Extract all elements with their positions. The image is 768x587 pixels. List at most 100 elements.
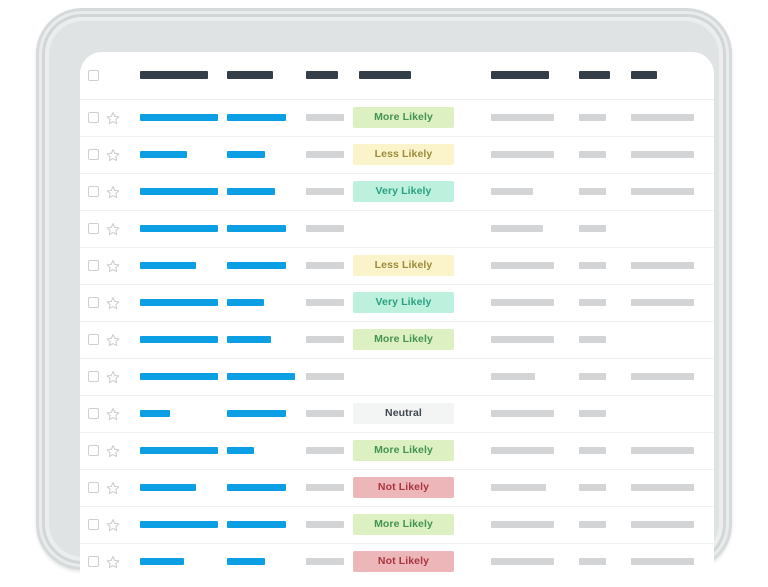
column-header-likelihood[interactable] <box>353 52 481 99</box>
star-icon[interactable] <box>106 333 120 347</box>
likelihood-cell[interactable]: More Likely <box>353 99 481 136</box>
row-select-cell[interactable] <box>80 321 102 358</box>
row-select-cell[interactable] <box>80 99 102 136</box>
column-header-2[interactable] <box>221 52 300 99</box>
row-favorite-cell[interactable] <box>102 247 128 284</box>
select-all-cell[interactable] <box>80 52 102 99</box>
row-favorite-cell[interactable] <box>102 506 128 543</box>
column-header-1[interactable] <box>128 52 221 99</box>
star-icon[interactable] <box>106 555 120 569</box>
row-select-cell[interactable] <box>80 247 102 284</box>
table-row[interactable]: Very Likely <box>80 173 714 210</box>
table-row[interactable]: Less Likely <box>80 136 714 173</box>
star-icon[interactable] <box>106 185 120 199</box>
status-badge[interactable]: More Likely <box>353 440 454 461</box>
likelihood-cell[interactable]: Less Likely <box>353 136 481 173</box>
row-select-cell[interactable] <box>80 358 102 395</box>
row-select-cell[interactable] <box>80 210 102 247</box>
row-checkbox[interactable] <box>88 260 99 271</box>
likelihood-cell[interactable]: Not Likely <box>353 543 481 575</box>
row-checkbox[interactable] <box>88 519 99 530</box>
table-row[interactable]: Not Likely <box>80 543 714 575</box>
likelihood-cell[interactable]: More Likely <box>353 321 481 358</box>
table-row[interactable]: More Likely <box>80 99 714 136</box>
table-row[interactable]: Neutral <box>80 395 714 432</box>
status-badge[interactable]: More Likely <box>353 107 454 128</box>
likelihood-cell[interactable]: More Likely <box>353 432 481 469</box>
status-badge[interactable]: Neutral <box>353 403 454 424</box>
star-icon[interactable] <box>106 111 120 125</box>
row-select-cell[interactable] <box>80 432 102 469</box>
likelihood-cell[interactable]: Very Likely <box>353 173 481 210</box>
row-checkbox[interactable] <box>88 149 99 160</box>
row-favorite-cell[interactable] <box>102 173 128 210</box>
table-row[interactable] <box>80 210 714 247</box>
star-icon[interactable] <box>106 518 120 532</box>
status-badge[interactable]: Very Likely <box>353 292 454 313</box>
table-row[interactable]: More Likely <box>80 321 714 358</box>
column-header-7[interactable] <box>625 52 714 99</box>
row-favorite-cell[interactable] <box>102 284 128 321</box>
status-badge[interactable]: Less Likely <box>353 144 454 165</box>
row-favorite-cell[interactable] <box>102 99 128 136</box>
row-select-cell[interactable] <box>80 284 102 321</box>
likelihood-cell[interactable]: Less Likely <box>353 247 481 284</box>
row-checkbox[interactable] <box>88 556 99 567</box>
table-row[interactable] <box>80 358 714 395</box>
row-checkbox[interactable] <box>88 482 99 493</box>
column-header-6[interactable] <box>573 52 625 99</box>
star-icon[interactable] <box>106 222 120 236</box>
row-checkbox[interactable] <box>88 334 99 345</box>
cell-placeholder-6-cell <box>573 506 625 543</box>
row-favorite-cell[interactable] <box>102 358 128 395</box>
table-row[interactable]: Not Likely <box>80 469 714 506</box>
table-row[interactable]: Less Likely <box>80 247 714 284</box>
star-icon[interactable] <box>106 407 120 421</box>
star-icon[interactable] <box>106 259 120 273</box>
row-select-cell[interactable] <box>80 543 102 575</box>
table-row[interactable]: Very Likely <box>80 284 714 321</box>
star-icon[interactable] <box>106 481 120 495</box>
row-checkbox[interactable] <box>88 297 99 308</box>
star-icon[interactable] <box>106 444 120 458</box>
row-checkbox[interactable] <box>88 112 99 123</box>
status-badge[interactable]: Not Likely <box>353 477 454 498</box>
table-row[interactable]: More Likely <box>80 506 714 543</box>
row-checkbox[interactable] <box>88 445 99 456</box>
likelihood-cell[interactable] <box>353 358 481 395</box>
row-favorite-cell[interactable] <box>102 432 128 469</box>
row-select-cell[interactable] <box>80 395 102 432</box>
status-badge[interactable]: Less Likely <box>353 255 454 276</box>
row-favorite-cell[interactable] <box>102 395 128 432</box>
table-row[interactable]: More Likely <box>80 432 714 469</box>
cell-placeholder-5-wrap <box>481 151 573 158</box>
status-badge[interactable]: Not Likely <box>353 551 454 572</box>
row-select-cell[interactable] <box>80 469 102 506</box>
column-header-5[interactable] <box>481 52 573 99</box>
row-favorite-cell[interactable] <box>102 469 128 506</box>
row-checkbox[interactable] <box>88 223 99 234</box>
row-select-cell[interactable] <box>80 136 102 173</box>
star-icon[interactable] <box>106 296 120 310</box>
select-all-checkbox[interactable] <box>88 69 99 81</box>
likelihood-cell[interactable]: Very Likely <box>353 284 481 321</box>
row-select-cell[interactable] <box>80 173 102 210</box>
row-favorite-cell[interactable] <box>102 321 128 358</box>
likelihood-cell[interactable]: Neutral <box>353 395 481 432</box>
row-checkbox[interactable] <box>88 408 99 419</box>
likelihood-cell[interactable]: Not Likely <box>353 469 481 506</box>
star-icon[interactable] <box>106 148 120 162</box>
row-checkbox[interactable] <box>88 186 99 197</box>
status-badge[interactable]: More Likely <box>353 514 454 535</box>
column-header-3[interactable] <box>300 52 353 99</box>
row-select-cell[interactable] <box>80 506 102 543</box>
row-checkbox[interactable] <box>88 371 99 382</box>
likelihood-cell[interactable]: More Likely <box>353 506 481 543</box>
status-badge[interactable]: Very Likely <box>353 181 454 202</box>
row-favorite-cell[interactable] <box>102 210 128 247</box>
row-favorite-cell[interactable] <box>102 136 128 173</box>
star-icon[interactable] <box>106 370 120 384</box>
status-badge[interactable]: More Likely <box>353 329 454 350</box>
likelihood-cell[interactable] <box>353 210 481 247</box>
row-favorite-cell[interactable] <box>102 543 128 575</box>
